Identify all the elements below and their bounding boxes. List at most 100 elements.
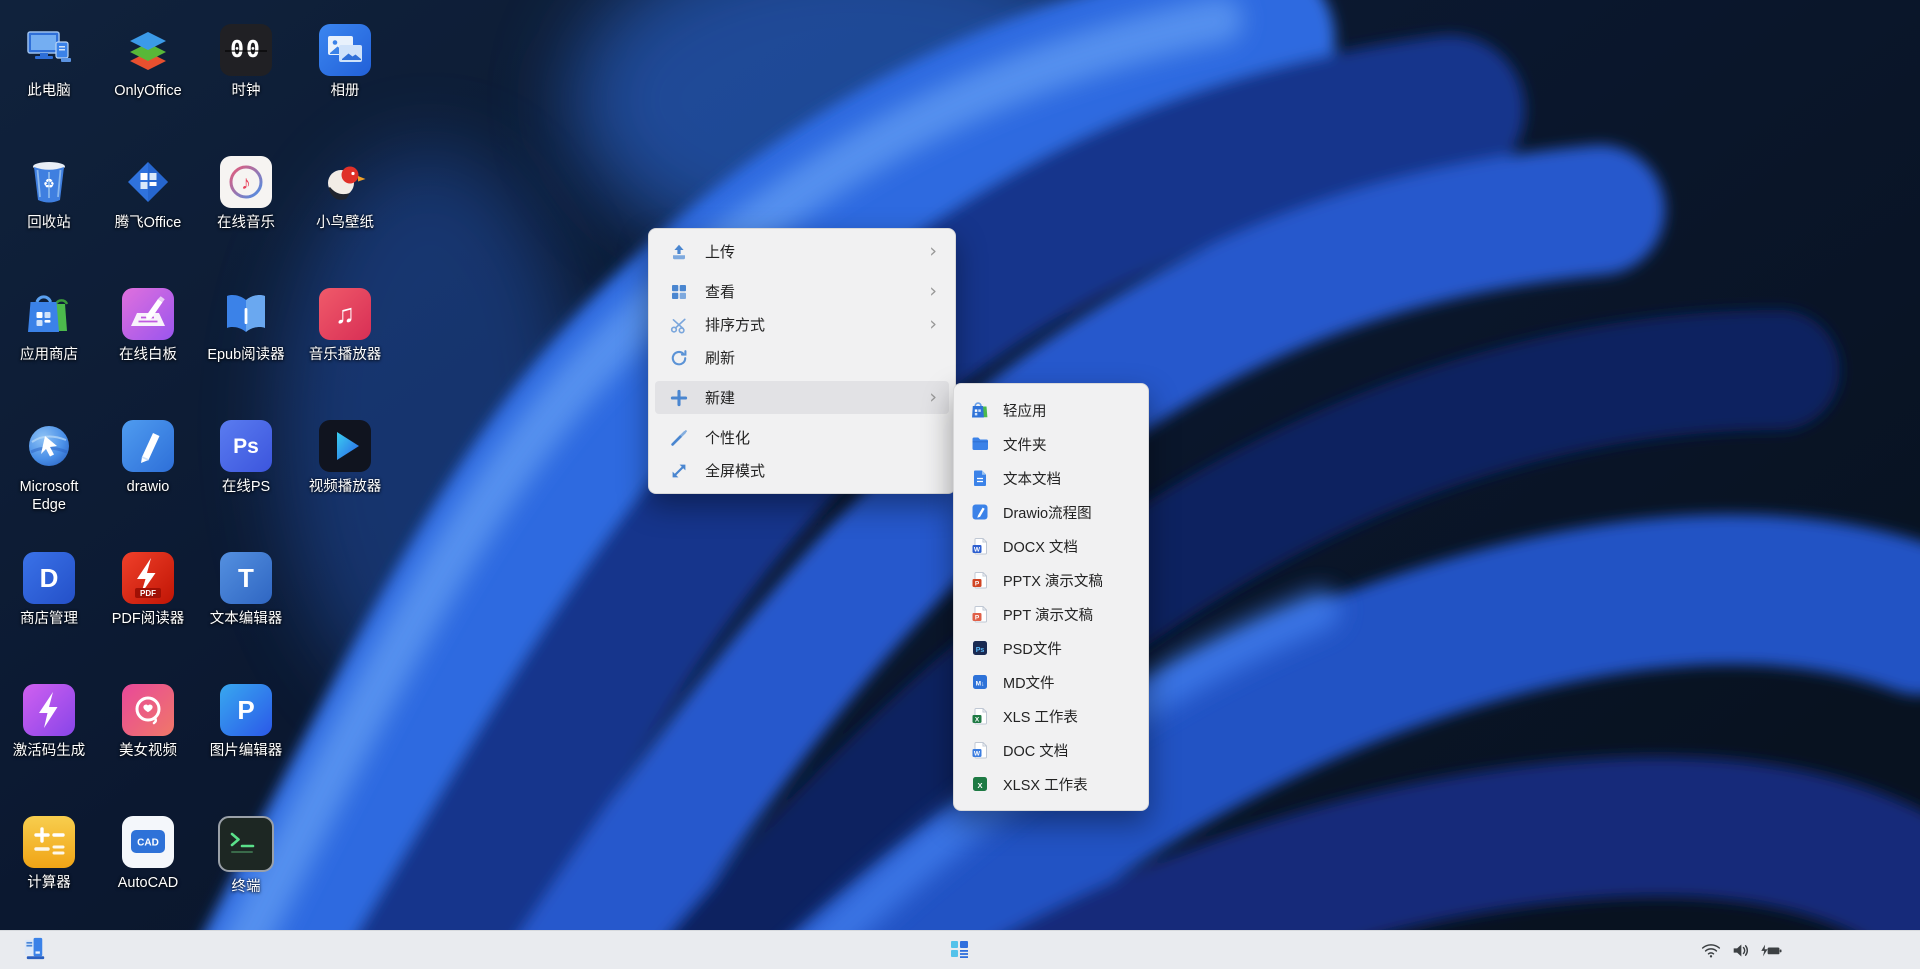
svg-text:P: P [975,580,980,587]
pen-icon [122,420,174,472]
menu-item-view[interactable]: 查看› [655,275,949,308]
desktop-icon-calculator[interactable]: 计算器 [3,816,95,892]
svg-text:X: X [977,781,982,790]
office-diamond-icon [122,156,174,208]
submenu-item-drawio-file[interactable]: Drawio流程图 [954,495,1148,529]
volume-icon[interactable] [1731,942,1750,959]
photoshop-icon: Ps [220,420,272,472]
submenu-item-psd[interactable]: PsPSD文件 [954,631,1148,665]
submenu-item-folder[interactable]: 文件夹 [954,427,1148,461]
desktop-icon-pdf-reader[interactable]: PDFPDF阅读器 [102,552,194,628]
fullscreen-arrows-icon [669,461,689,481]
desktop-icon-terminal[interactable]: 终端 [200,816,292,896]
svg-text:W: W [974,750,981,757]
shopping-bag-icon [23,288,75,340]
desktop-icon-autocad[interactable]: CADAutoCAD [102,816,194,892]
desktop-icon-album[interactable]: 相册 [299,24,391,100]
submenu-item-xls[interactable]: XXLS 工作表 [954,699,1148,733]
pptx-icon: P [970,570,990,590]
desktop-icon-epub-reader[interactable]: Epub阅读器 [200,288,292,364]
menu-item-personalize[interactable]: 个性化 [655,421,949,454]
apps-grid-icon [948,937,972,964]
start-button[interactable] [20,933,51,967]
svg-text:CAD: CAD [137,838,159,849]
desktop-screen: 此电脑OnlyOffice00时钟相册 ♻回收站腾飞Office♪在线音乐小鸟壁纸… [0,0,1920,969]
xls-icon: X [970,706,990,726]
doc-icon: W [970,740,990,760]
text-file-icon [970,468,990,488]
xlsx-icon: X [970,774,990,794]
menu-item-new[interactable]: 新建› [655,381,949,414]
camera-ring-icon [122,684,174,736]
md-icon: M↓ [970,672,990,692]
lightning-icon [23,684,75,736]
itunes-music-icon: ♪ [220,156,272,208]
drawio-file-icon [970,502,990,522]
chevron-right-icon: › [929,282,937,301]
submenu-item-ppt[interactable]: PPPT 演示文稿 [954,597,1148,631]
desktop-icon-online-ps[interactable]: Ps在线PS [200,420,292,496]
new-submenu: 轻应用文件夹文本文档Drawio流程图WDOCX 文档PPPTX 演示文稿PPP… [953,383,1149,811]
ppt-icon: P [970,604,990,624]
desktop-icon-music-player[interactable]: ♫音乐播放器 [299,288,391,364]
pdf-lightning-icon: PDF [122,552,174,604]
desktop-icon-bird-wallpaper[interactable]: 小鸟壁纸 [299,156,391,232]
terminal-icon [218,816,274,872]
submenu-item-doc[interactable]: WDOC 文档 [954,733,1148,767]
desktop-icon-app-store[interactable]: 应用商店 [3,288,95,364]
menu-item-sort[interactable]: 排序方式› [655,308,949,341]
battery-charging-icon[interactable] [1760,942,1782,959]
svg-text:♻: ♻ [43,176,55,191]
desktop-icon-clock[interactable]: 00时钟 [200,24,292,100]
taskbar-apps-button[interactable] [946,935,974,966]
image-editor-icon: P [220,684,272,736]
start-tower-icon [22,935,49,965]
photo-album-icon [319,24,371,76]
menu-item-upload[interactable]: 上传› [655,235,949,268]
svg-text:W: W [974,546,981,553]
menu-item-refresh[interactable]: 刷新 [655,341,949,374]
system-tray [1701,942,1782,959]
desktop-icon-text-editor[interactable]: T文本编辑器 [200,552,292,628]
folder-icon [970,434,990,454]
chevron-right-icon: › [929,315,937,334]
desktop-icon-online-music[interactable]: ♪在线音乐 [200,156,292,232]
desktop-icon-tengfei-office[interactable]: 腾飞Office [102,156,194,232]
calculator-icon [23,816,75,868]
desktop-icon-image-editor[interactable]: P图片编辑器 [200,684,292,760]
personalize-wand-icon [669,428,689,448]
desktop-icon-whiteboard[interactable]: 在线白板 [102,288,194,364]
flip-clock-icon: 00 [220,24,272,76]
refresh-icon [669,348,689,368]
computer-icon [23,24,75,76]
bird-icon [319,156,371,208]
open-book-icon [220,288,272,340]
text-editor-icon: T [220,552,272,604]
edge-globe-icon [23,420,75,472]
wifi-icon[interactable] [1701,942,1721,959]
autocad-icon: CAD [122,816,174,868]
desktop-icon-this-pc[interactable]: 此电脑 [3,24,95,100]
play-icon [319,420,371,472]
submenu-item-pptx[interactable]: PPPTX 演示文稿 [954,563,1148,597]
submenu-item-xlsx[interactable]: XXLSX 工作表 [954,767,1148,801]
submenu-item-light-app[interactable]: 轻应用 [954,393,1148,427]
desktop-icon-drawio[interactable]: drawio [102,420,194,496]
desktop-icon-video-player[interactable]: 视频播放器 [299,420,391,496]
psd-icon: Ps [970,638,990,658]
desktop-icon-keygen[interactable]: 激活码生成 [3,684,95,760]
menu-item-fullscreen[interactable]: 全屏模式 [655,454,949,487]
svg-text:M↓: M↓ [976,681,985,688]
onlyoffice-layers-icon [122,24,174,76]
submenu-item-docx[interactable]: WDOCX 文档 [954,529,1148,563]
view-grid-icon [669,282,689,302]
desktop-icon-edge[interactable]: Microsoft Edge [3,420,95,514]
desktop-icon-recycle-bin[interactable]: ♻回收站 [3,156,95,232]
recycle-bin-icon: ♻ [23,156,75,208]
svg-text:♪: ♪ [241,173,251,194]
desktop-icon-onlyoffice[interactable]: OnlyOffice [102,24,194,100]
submenu-item-md[interactable]: M↓MD文件 [954,665,1148,699]
desktop-icon-store-manager[interactable]: D商店管理 [3,552,95,628]
desktop-icon-beauty-video[interactable]: 美女视频 [102,684,194,760]
submenu-item-text-file[interactable]: 文本文档 [954,461,1148,495]
